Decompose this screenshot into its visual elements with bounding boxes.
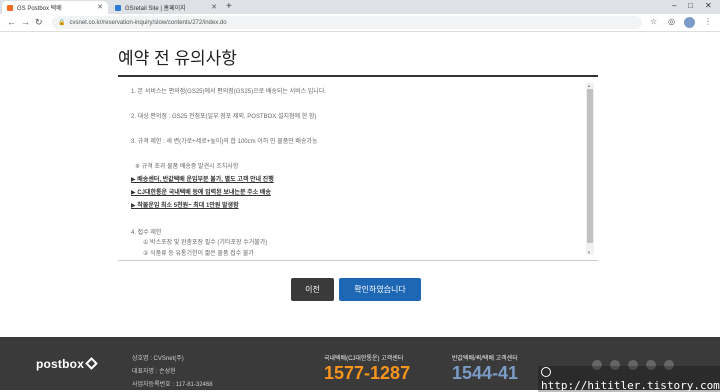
tab-gsretail[interactable]: GSretail Site | 홈페이지 ✕ — [110, 1, 222, 14]
notice-scrollbar[interactable]: ▲ ▼ — [586, 83, 594, 255]
notice-line: 4. 접수 제한 — [131, 230, 162, 236]
notice-line: 3. 규격 제한 : 세 변(가로+세로+높이)의 합 100cm 이하 인 물… — [131, 139, 318, 145]
star-icon[interactable]: ☆ — [650, 17, 657, 26]
url-text: cvsnet.co.kr/reservation-inquiry/slow/co… — [69, 19, 227, 26]
notice-line: ▶ 착불운임 최소 5천원~ 최대 1만원 발생함 — [131, 203, 239, 209]
watermark-icon — [541, 367, 551, 377]
tab-title: GS Postbox 택배 — [17, 6, 62, 12]
extension-icon[interactable]: ◎ — [668, 17, 675, 26]
scroll-thumb[interactable] — [587, 89, 593, 243]
watermark-text: http://hititler.tistory.com — [541, 379, 720, 392]
new-tab-plus-icon[interactable]: + — [226, 1, 232, 12]
tab-title: GSretail Site | 홈페이지 — [125, 6, 186, 12]
postbox-logo-icon — [85, 357, 98, 370]
logo-text: postbox — [36, 357, 85, 371]
notice-line: ② 식품류 등 유통기한이 짧은 물품 접수 불가 — [143, 251, 254, 257]
company-bizno: 사업자등록번호 : 117-81-32468 — [132, 382, 213, 388]
close-tab-icon[interactable]: ✕ — [211, 3, 217, 11]
lock-icon: 🔒 — [58, 20, 66, 26]
postbox-favicon-icon — [7, 4, 13, 11]
maximize-icon[interactable]: □ — [688, 1, 693, 10]
scroll-down-icon[interactable]: ▼ — [587, 250, 591, 255]
notice-line: 1. 본 서비스는 편의점(GS25)에서 편의점(GS25)으로 배송되는 서… — [131, 89, 327, 95]
tab-gs-postbox[interactable]: GS Postbox 택배 ✕ — [2, 1, 108, 14]
url-input[interactable]: 🔒 cvsnet.co.kr/reservation-inquiry/slow/… — [52, 16, 642, 29]
reload-icon[interactable]: ↻ — [35, 17, 43, 28]
gsretail-favicon-icon — [115, 4, 121, 11]
halfprice-cs-label: 반값택배/퀵/택배 고객센터 — [452, 356, 518, 362]
confirm-button[interactable]: 확인하였습니다 — [339, 278, 421, 301]
minimize-icon[interactable]: – — [672, 1, 676, 10]
page-title: 예약 전 유의사항 — [118, 49, 237, 68]
notice-line: ① 박스포장 및 완충포장 필수 (기타포장 수거불가) — [143, 240, 268, 246]
notice-line: ▶ 배송센터, 반값택배 운임부분 불가, 별도 고객 안내 진행 — [131, 177, 274, 183]
notice-line: ▶ CJ대한통운 국내택배 등에 입력된 보내는분 주소 배송 — [131, 190, 271, 196]
close-window-icon[interactable]: ✕ — [705, 1, 712, 10]
notice-line: ※ 규격 초과 물품 배송중 발견시 조치사항 — [135, 164, 239, 170]
notice-line: 2. 대상 편의점 : GS25 전점포(일부 점포 제외, POSTBOX 설… — [131, 114, 317, 120]
back-arrow-icon[interactable]: ← — [7, 17, 16, 27]
menu-icon[interactable]: ⋮ — [704, 17, 712, 26]
forward-arrow-icon[interactable]: → — [21, 17, 30, 27]
company-ceo: 대표자명 : 손성현 — [132, 369, 176, 375]
browser-tab-bar: GS Postbox 택배 ✕ GSretail Site | 홈페이지 ✕ +… — [0, 0, 720, 14]
watermark: http://hititler.tistory.com — [538, 366, 720, 392]
footer-logo: postbox — [36, 357, 98, 371]
domestic-cs-label: 국내택배(CJ대한통운) 고객센터 — [324, 356, 404, 362]
company-name: 상호명 : CVSnet(주) — [132, 356, 184, 362]
address-bar-row: ← → ↻ 🔒 cvsnet.co.kr/reservation-inquiry… — [0, 14, 720, 32]
prev-button[interactable]: 이전 — [291, 278, 334, 301]
profile-avatar[interactable] — [684, 17, 695, 28]
halfprice-cs-phone: 1544-41 — [452, 363, 519, 383]
scroll-up-icon[interactable]: ▲ — [587, 83, 591, 88]
close-tab-icon[interactable]: ✕ — [97, 3, 103, 11]
domestic-cs-phone: 1577-1287 — [324, 363, 411, 383]
